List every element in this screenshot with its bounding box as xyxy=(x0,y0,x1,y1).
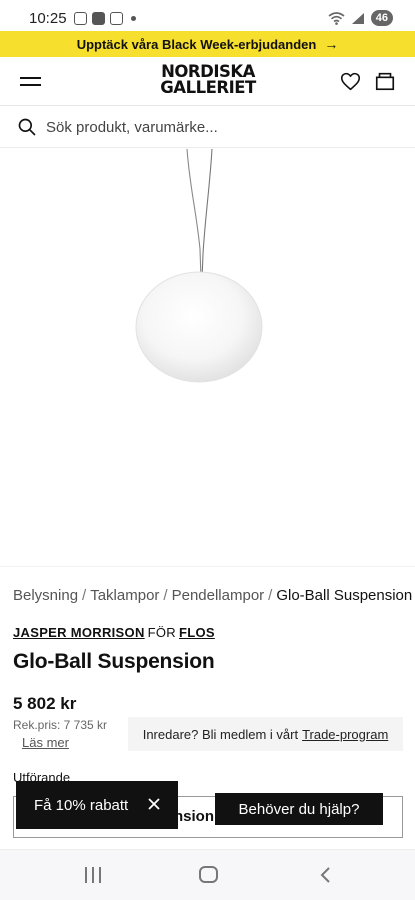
breadcrumb-link[interactable]: Taklampor xyxy=(90,587,159,604)
help-text: Behöver du hjälp? xyxy=(238,800,360,818)
recents-icon-bar xyxy=(99,867,101,883)
wifi-icon xyxy=(328,11,345,25)
recents-icon-bar xyxy=(92,867,94,883)
read-more-link[interactable]: Läs mer xyxy=(22,735,69,750)
help-button[interactable]: Behöver du hjälp? xyxy=(215,793,383,825)
system-icons: 46 xyxy=(328,10,393,26)
product-price: 5 802 kr xyxy=(13,694,77,713)
designer-line: JASPER MORRISON FÖR FLOS xyxy=(13,625,215,640)
trade-text: Inredare? Bli medlem i vårt xyxy=(142,726,299,742)
signal-icon xyxy=(351,12,364,24)
recommended-price: Rek.pris: 7 735 kr xyxy=(13,718,108,732)
gallery-icon xyxy=(92,12,105,25)
menu-icon-line xyxy=(20,84,41,86)
for-text: FÖR xyxy=(147,625,176,640)
product-image[interactable] xyxy=(0,149,415,567)
arrow-right-icon: → xyxy=(324,36,339,52)
breadcrumb-current: Glo-Ball Suspension xyxy=(276,587,413,604)
search-bar xyxy=(0,107,415,148)
trade-program-box: Inredare? Bli medlem i vårt Trade-progra… xyxy=(128,717,403,751)
screenshot-icon xyxy=(74,12,87,25)
breadcrumb-separator: / xyxy=(163,587,168,604)
notification-icons xyxy=(74,12,136,25)
menu-button[interactable] xyxy=(20,74,41,88)
lamp-image xyxy=(135,149,263,383)
video-call-icon xyxy=(110,12,123,25)
logo-line-2: GALLERIET xyxy=(160,78,256,97)
breadcrumb-link[interactable]: Pendellampor xyxy=(172,587,265,604)
home-icon[interactable] xyxy=(199,866,218,883)
designer-link[interactable]: JASPER MORRISON xyxy=(13,625,145,640)
menu-icon-line xyxy=(20,77,41,79)
close-icon[interactable] xyxy=(146,796,162,812)
android-nav-bar xyxy=(0,849,415,900)
search-input[interactable] xyxy=(46,115,386,139)
trade-program-link[interactable]: Trade-program xyxy=(302,727,388,742)
back-icon[interactable] xyxy=(318,866,334,884)
heart-icon[interactable] xyxy=(340,71,361,92)
recents-icon-bar xyxy=(85,867,87,883)
site-logo[interactable]: NORDISKA GALLERIET xyxy=(142,63,274,97)
promo-banner[interactable]: Upptäck våra Black Week-erbjudanden → xyxy=(0,31,415,57)
site-header: NORDISKA GALLERIET xyxy=(0,57,415,106)
product-title: Glo-Ball Suspension xyxy=(13,650,215,673)
status-time: 10:25 xyxy=(29,10,67,27)
search-icon[interactable] xyxy=(17,117,37,137)
status-bar: 10:25 46 xyxy=(0,0,415,31)
more-notifications-icon xyxy=(131,16,136,21)
discount-text[interactable]: Få 10% rabatt xyxy=(34,797,128,814)
recents-icon[interactable] xyxy=(85,867,103,883)
breadcrumb-separator: / xyxy=(82,587,87,604)
brand-link[interactable]: FLOS xyxy=(179,625,215,640)
breadcrumb-link[interactable]: Belysning xyxy=(13,587,78,604)
discount-popup[interactable]: Få 10% rabatt xyxy=(16,781,178,829)
promo-text[interactable]: Upptäck våra Black Week-erbjudanden xyxy=(77,37,317,52)
battery-icon: 46 xyxy=(370,10,393,26)
cart-icon[interactable] xyxy=(374,70,396,92)
breadcrumb-separator: / xyxy=(268,587,273,604)
breadcrumb: Belysning / Taklampor / Pendellampor / Glo-Bal… xyxy=(13,587,412,604)
